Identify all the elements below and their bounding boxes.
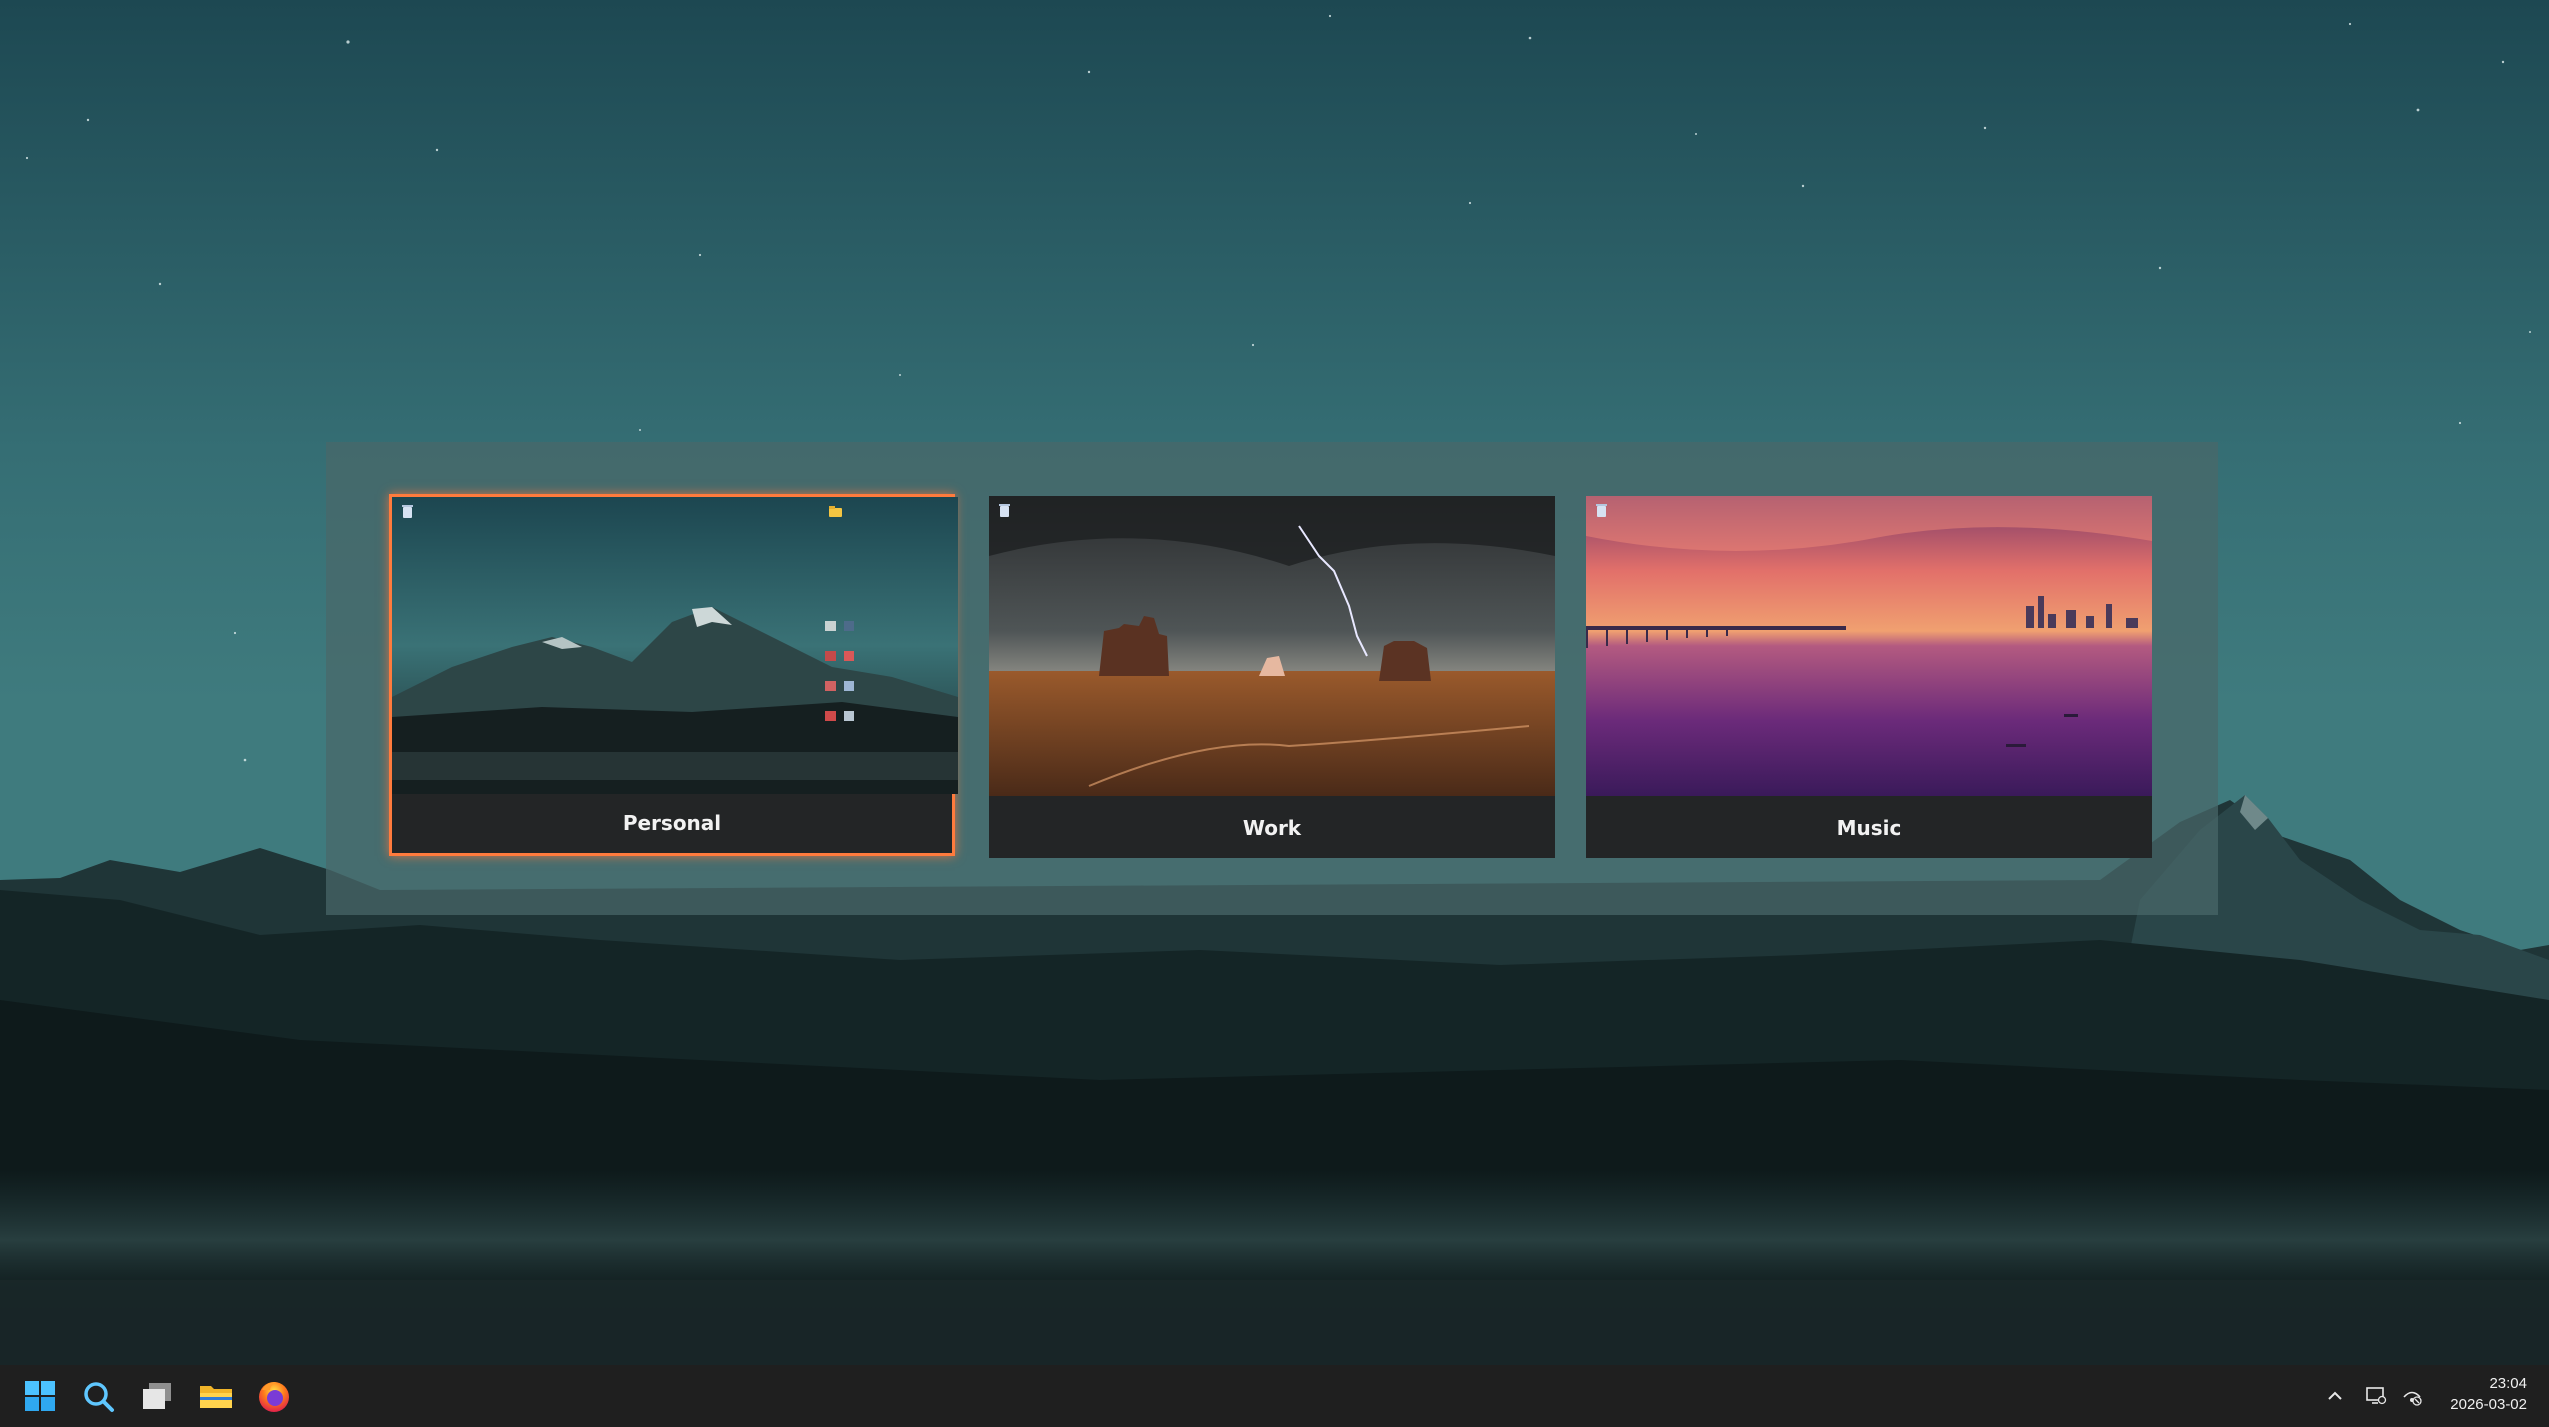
show-hidden-icons-button[interactable] bbox=[2324, 1385, 2346, 1407]
recycle-bin-icon bbox=[401, 504, 414, 519]
taskbar: 23:04 2026-03-02 bbox=[0, 1365, 2549, 1427]
firefox-icon bbox=[259, 1382, 289, 1412]
windows-logo-icon bbox=[25, 1381, 55, 1411]
search-button[interactable] bbox=[80, 1378, 116, 1414]
file-explorer-button[interactable] bbox=[198, 1378, 234, 1414]
clock-date: 2026-03-02 bbox=[2450, 1396, 2527, 1413]
workspace-card-music[interactable]: Music bbox=[1586, 496, 2152, 858]
start-button[interactable] bbox=[22, 1378, 58, 1414]
workspace-switcher: Personal Work Music bbox=[326, 442, 2218, 915]
workspace-card-work[interactable]: Work bbox=[989, 496, 1555, 858]
firefox-button[interactable] bbox=[256, 1378, 292, 1414]
recycle-bin-icon bbox=[1595, 503, 1608, 518]
workspace-preview-personal bbox=[392, 497, 958, 794]
search-icon bbox=[84, 1382, 114, 1412]
workspace-preview-music bbox=[1586, 496, 2152, 796]
workspace-preview-work bbox=[989, 496, 1555, 796]
network-tray-button[interactable] bbox=[2401, 1385, 2423, 1407]
chevron-up-icon bbox=[2328, 1391, 2342, 1400]
network-icon bbox=[2403, 1391, 2422, 1406]
workspace-label: Personal bbox=[622, 811, 722, 835]
workspace-card-personal[interactable]: Personal bbox=[389, 494, 958, 856]
task-view-button[interactable] bbox=[139, 1378, 175, 1414]
workspace-label: Work bbox=[1242, 816, 1302, 840]
clock-time: 23:04 bbox=[2489, 1375, 2527, 1392]
workspace-label: Music bbox=[1836, 816, 1902, 840]
folder-icon bbox=[200, 1386, 232, 1408]
task-view-icon bbox=[143, 1383, 171, 1409]
display-icon bbox=[2366, 1387, 2387, 1405]
desktop-icons-cluster bbox=[825, 621, 854, 721]
recycle-bin-icon bbox=[998, 503, 1011, 518]
desktop-wallpaper: Personal Work Music bbox=[0, 0, 2549, 1365]
folder-icon bbox=[829, 504, 842, 519]
display-tray-button[interactable] bbox=[2365, 1385, 2387, 1407]
taskbar-clock[interactable]: 23:04 2026-03-02 bbox=[2450, 1373, 2527, 1415]
